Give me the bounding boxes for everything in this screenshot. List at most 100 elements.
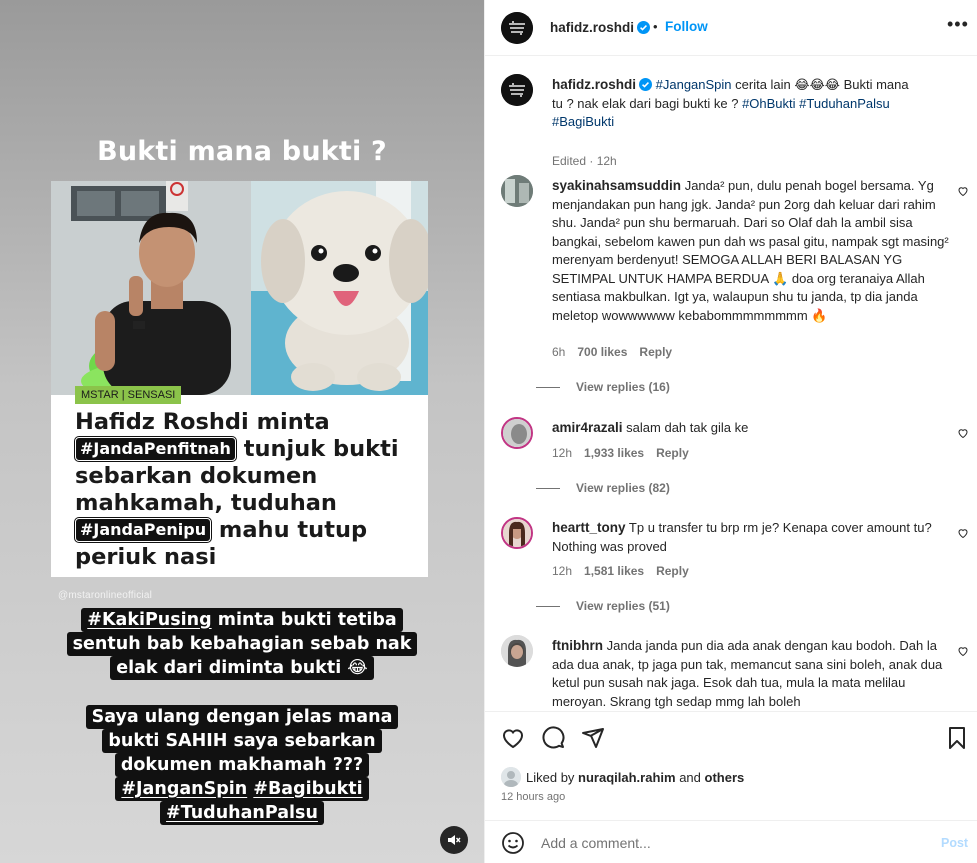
comment-username[interactable]: heartt_tony xyxy=(552,520,626,535)
comment-username[interactable]: ftnibhrn xyxy=(552,638,603,653)
comment-icon[interactable] xyxy=(541,726,565,750)
profile-logo-icon xyxy=(501,12,533,44)
comment-username[interactable]: amir4razali xyxy=(552,420,623,435)
comments-scroll-area[interactable]: hafidz.roshdi #JanganSpin cerita lain 😂😂… xyxy=(485,57,977,710)
view-replies-button[interactable]: View replies (51) xyxy=(536,599,670,613)
comment-meta: 12h 1,581 likes Reply xyxy=(552,564,689,578)
hashtag-link[interactable]: #OhBukti xyxy=(742,96,795,111)
avatar[interactable] xyxy=(501,417,533,449)
comment-text: salam dah tak gila ke xyxy=(626,420,749,435)
news-headline: Hafidz Roshdi minta #JandaPenfitnah tunj… xyxy=(73,409,405,571)
news-photo xyxy=(51,181,428,395)
verified-badge-icon xyxy=(637,21,650,34)
liked-by: Liked by nuraqilah.rahim and others xyxy=(501,767,744,787)
comment-text-wrap: ftnibhrn Janda janda pun dia ada anak de… xyxy=(552,637,952,710)
caption-text: dokumen makhamah ??? xyxy=(114,753,370,777)
heart-icon[interactable] xyxy=(501,726,525,750)
comment-likes[interactable]: 1,581 likes xyxy=(584,564,644,578)
caption-hashtag: #TuduhanPalsu xyxy=(166,803,318,823)
headline-line: #JandaPenipu mahu tutup xyxy=(73,517,405,544)
reply-button[interactable]: Reply xyxy=(656,564,689,578)
liked-by-prefix: Liked by xyxy=(526,769,575,785)
post-media[interactable]: Bukti mana bukti ? MSTAR | SENSASI Hafid… xyxy=(0,0,484,863)
news-card: MSTAR | SENSASI Hafidz Roshdi minta #Jan… xyxy=(51,181,428,577)
caption-hashtag: #Bagibukti xyxy=(253,779,363,799)
headline-line: #JandaPenfitnah tunjuk bukti xyxy=(74,436,405,463)
reply-button[interactable]: Reply xyxy=(656,446,689,460)
caption-edited-time: Edited · 12h xyxy=(552,154,617,168)
user-avatar-icon xyxy=(503,519,531,547)
liked-by-user[interactable]: nuraqilah.rahim xyxy=(578,770,676,785)
liker-avatar[interactable] xyxy=(501,767,521,787)
like-heart-icon[interactable] xyxy=(957,185,969,197)
headline-line: Hafidz Roshdi minta xyxy=(75,409,330,435)
caption-text: hafidz.roshdi #JanganSpin cerita lain 😂😂… xyxy=(552,76,912,132)
mute-button[interactable] xyxy=(440,826,468,854)
hashtag-pill: #JandaPenipu xyxy=(73,517,213,543)
caption-text: sentuh bab kebahagian sebab nak xyxy=(66,632,418,656)
caption-text: minta bukti tetiba xyxy=(211,610,397,630)
hashtag-link[interactable]: #JanganSpin xyxy=(656,77,732,92)
caption-username[interactable]: hafidz.roshdi xyxy=(552,77,636,92)
instagram-post-view: Bukti mana bukti ? MSTAR | SENSASI Hafid… xyxy=(0,0,977,863)
avatar[interactable] xyxy=(501,175,533,207)
view-replies-button[interactable]: View replies (82) xyxy=(536,481,670,495)
comment-meta: 12h 1,933 likes Reply xyxy=(552,446,689,460)
comment-text: Janda janda pun dia ada anak dengan kau … xyxy=(552,638,943,709)
caption-text: Saya ulang dengan jelas mana xyxy=(85,705,399,729)
user-avatar-icon xyxy=(503,419,531,447)
like-heart-icon[interactable] xyxy=(957,527,969,539)
profile-logo-icon xyxy=(501,74,533,106)
user-avatar-icon xyxy=(501,175,533,207)
avatar[interactable] xyxy=(501,74,533,106)
story-title: Bukti mana bukti ? xyxy=(97,136,387,167)
avatar[interactable] xyxy=(501,635,533,667)
comment-likes[interactable]: 700 likes xyxy=(577,345,627,359)
user-avatar-icon xyxy=(501,635,533,667)
hashtag-link[interactable]: #BagiBukti xyxy=(552,114,614,129)
follow-button[interactable]: Follow xyxy=(665,19,708,34)
hashtag-pill: #JandaPenfitnah xyxy=(74,436,237,462)
post-comment-button[interactable]: Post xyxy=(941,836,968,850)
view-replies-button[interactable]: View replies (16) xyxy=(536,380,670,394)
header-username-wrap: hafidz.roshdi xyxy=(550,20,650,35)
caption-hashtag: #JanganSpin xyxy=(121,779,248,799)
caption-text: elak dari diminta bukti 😂 xyxy=(110,656,374,680)
add-comment-bar: Add a comment... Post xyxy=(485,820,977,863)
verified-badge-icon xyxy=(639,78,652,91)
liked-by-others[interactable]: others xyxy=(705,770,745,785)
headline-line: mahkamah, tuduhan xyxy=(75,490,337,516)
comment-time: 6h xyxy=(552,345,566,359)
comment-time: 12h xyxy=(552,446,573,460)
more-options-button[interactable]: ••• xyxy=(947,14,969,35)
story-caption-2: Saya ulang dengan jelas mana bukti SAHIH… xyxy=(0,705,484,825)
header-username[interactable]: hafidz.roshdi xyxy=(550,20,634,35)
bookmark-icon[interactable] xyxy=(945,726,969,750)
header-separator: • xyxy=(653,19,658,34)
speaker-muted-icon xyxy=(448,835,461,845)
headline-text: mahu tutup xyxy=(211,517,368,543)
like-heart-icon[interactable] xyxy=(957,427,969,439)
comment-meta: 6h 700 likes Reply xyxy=(552,345,672,359)
comment-text-wrap: amir4razali salam dah tak gila ke xyxy=(552,419,952,438)
caption-hashtag: #KakiPusing xyxy=(87,610,212,630)
comment-input[interactable]: Add a comment... xyxy=(541,835,651,851)
like-heart-icon[interactable] xyxy=(957,645,969,657)
comment-text-wrap: syakinahsamsuddin Janda² pun, dulu penah… xyxy=(552,177,952,325)
comment-username[interactable]: syakinahsamsuddin xyxy=(552,178,681,193)
story-caption-1: #KakiPusing minta bukti tetiba sentuh ba… xyxy=(0,608,484,680)
media-watermark: @mstaronlineofficial xyxy=(58,590,153,601)
avatar[interactable] xyxy=(501,12,533,44)
comment-likes[interactable]: 1,933 likes xyxy=(584,446,644,460)
caption-text: bukti SAHIH saya sebarkan xyxy=(102,729,382,753)
comment-text-wrap: heartt_tony Tp u transfer tu brp rm je? … xyxy=(552,519,952,556)
comment-text: Janda² pun, dulu penah bogel bersama. Yg… xyxy=(552,178,949,323)
user-avatar-icon xyxy=(501,767,521,787)
avatar[interactable] xyxy=(501,517,533,549)
post-header: hafidz.roshdi • Follow ••• xyxy=(485,0,977,56)
hashtag-link[interactable]: #TuduhanPalsu xyxy=(799,96,890,111)
emoji-icon[interactable] xyxy=(501,831,525,855)
comment-time: 12h xyxy=(552,564,573,578)
share-icon[interactable] xyxy=(581,726,605,750)
reply-button[interactable]: Reply xyxy=(639,345,672,359)
